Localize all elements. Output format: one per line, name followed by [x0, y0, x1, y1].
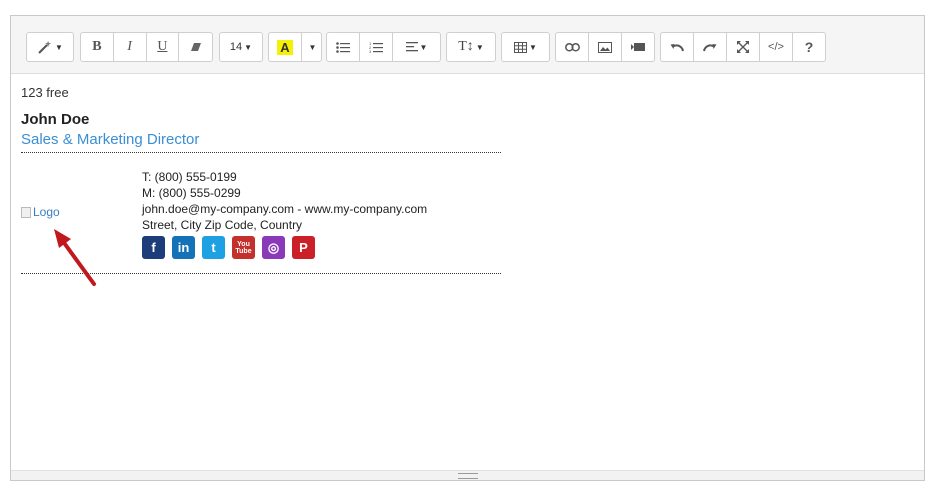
code-icon: </> — [768, 41, 784, 53]
phone-text: T: (800) 555-0199 — [142, 170, 237, 184]
underline-icon: U — [157, 39, 168, 54]
paragraph-group: 123 ▼ — [326, 32, 441, 62]
svg-text:3: 3 — [369, 49, 372, 53]
eraser-icon — [190, 41, 202, 53]
editor-toolbar: ▼ B I U 14 ▼ A ▼ 123 ▼ T↕ ▼ ▼ </> ? — [11, 16, 924, 74]
insert-video-button[interactable] — [622, 33, 654, 61]
help-icon: ? — [804, 39, 814, 55]
insert-link-button[interactable] — [556, 33, 589, 61]
facebook-icon[interactable]: f — [142, 236, 165, 259]
twitter-icon[interactable]: t — [202, 236, 225, 259]
misc-group: </> ? — [660, 32, 826, 62]
linkedin-icon[interactable]: in — [172, 236, 195, 259]
signature-name: John Doe — [21, 111, 90, 128]
numbered-list-icon: 123 — [369, 41, 383, 53]
code-view-button[interactable]: </> — [760, 33, 793, 61]
align-dropdown[interactable]: ▼ — [393, 33, 440, 61]
top-note: 123 free — [21, 85, 69, 100]
chevron-down-icon: ▼ — [55, 42, 63, 52]
highlight-icon: A — [277, 39, 293, 55]
redo-icon — [703, 43, 717, 52]
editor-content[interactable]: 123 free John Doe Sales & Marketing Dire… — [21, 84, 901, 274]
font-size-dropdown[interactable]: 14 ▼ — [220, 33, 262, 61]
text-format-group: B I U — [80, 32, 213, 62]
mobile-text: M: (800) 555-0299 — [142, 186, 241, 200]
text-height-icon: T↕ — [458, 39, 474, 54]
numbered-list-button[interactable]: 123 — [360, 33, 393, 61]
instagram-icon[interactable]: ◎ — [262, 236, 285, 259]
video-icon — [631, 42, 645, 52]
color-dropdown-button[interactable]: ▼ — [302, 33, 321, 61]
insert-image-button[interactable] — [589, 33, 622, 61]
pinterest-icon[interactable]: P — [292, 236, 315, 259]
italic-button[interactable]: I — [114, 33, 147, 61]
redo-button[interactable] — [694, 33, 727, 61]
bold-button[interactable]: B — [81, 33, 114, 61]
chevron-down-icon: ▼ — [419, 42, 428, 52]
magic-wand-icon — [37, 40, 53, 54]
font-size-group: 14 ▼ — [219, 32, 263, 62]
highlight-color-button[interactable]: A — [269, 33, 302, 61]
email-signature-editor: ▼ B I U 14 ▼ A ▼ 123 ▼ T↕ ▼ ▼ </> ? 123 … — [10, 15, 925, 481]
bullet-list-icon — [336, 41, 350, 53]
resize-handle[interactable] — [11, 470, 924, 480]
link-icon — [564, 42, 580, 52]
italic-icon: I — [127, 39, 132, 54]
help-button[interactable]: ? — [793, 33, 825, 61]
align-icon — [405, 42, 418, 52]
table-icon — [514, 41, 528, 53]
undo-button[interactable] — [661, 33, 694, 61]
color-group: A ▼ — [268, 32, 322, 62]
undo-icon — [670, 43, 684, 52]
insert-group — [555, 32, 655, 62]
address-text: Street, City Zip Code, Country — [142, 218, 303, 232]
youtube-icon[interactable]: You Tube — [232, 236, 255, 259]
magic-style-button[interactable]: ▼ — [27, 33, 73, 61]
clear-format-button[interactable] — [179, 33, 212, 61]
chevron-down-icon: ▼ — [529, 42, 537, 52]
underline-button[interactable]: U — [147, 33, 180, 61]
table-group: ▼ — [501, 32, 550, 62]
email-web-text: john.doe@my-company.com - www.my-company… — [142, 202, 428, 216]
fullscreen-icon — [737, 41, 749, 53]
signature-title: Sales & Marketing Director — [21, 131, 200, 148]
grip-icon — [457, 472, 478, 479]
table-dropdown[interactable]: ▼ — [502, 33, 549, 61]
signature-body: Logo T: (800) 555-0199 M: (800) 555-0299… — [21, 153, 901, 273]
bold-icon: B — [92, 39, 102, 54]
chevron-down-icon: ▼ — [475, 42, 484, 52]
image-icon — [598, 41, 612, 53]
broken-image-icon — [21, 206, 31, 218]
line-height-dropdown[interactable]: T↕ ▼ — [447, 33, 495, 61]
bullet-list-button[interactable] — [327, 33, 360, 61]
contact-details: T: (800) 555-0199 M: (800) 555-0299 john… — [142, 169, 427, 259]
social-icons: f in t You Tube ◎ P — [142, 236, 427, 259]
chevron-down-icon: ▼ — [308, 42, 317, 52]
style-group: ▼ — [26, 32, 74, 62]
text-height-group: T↕ ▼ — [446, 32, 496, 62]
fullscreen-button[interactable] — [727, 33, 760, 61]
font-size-value: 14 — [229, 41, 243, 53]
chevron-down-icon: ▼ — [244, 42, 253, 52]
annotation-arrow-icon — [54, 229, 96, 286]
